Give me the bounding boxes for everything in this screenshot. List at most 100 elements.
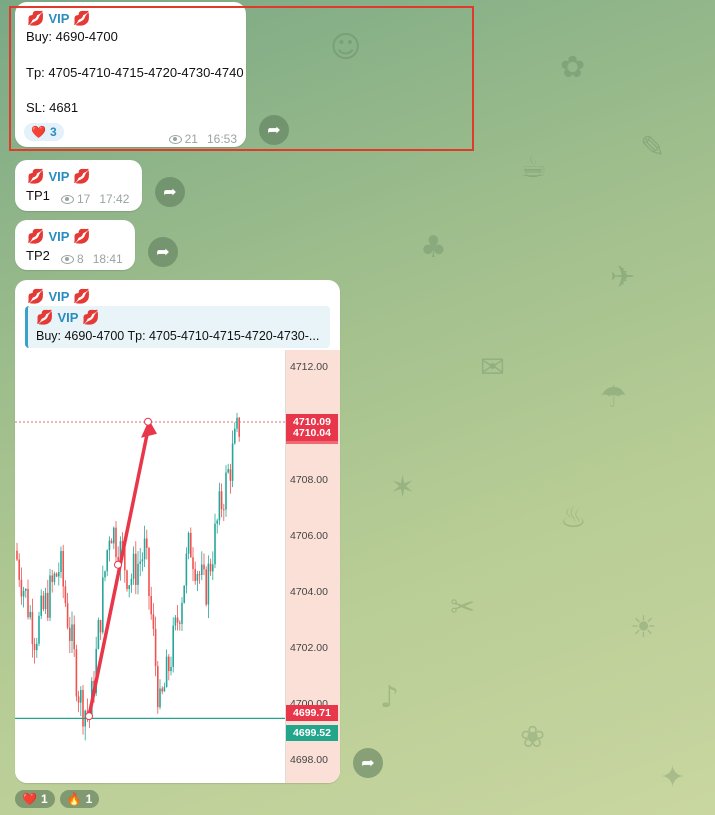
background-doodle: ✦ [660, 760, 686, 795]
lips-emoji-icon: 💋 [36, 309, 54, 325]
candle-body [207, 563, 210, 605]
arrow-anchor-end [144, 417, 152, 426]
candle-body [225, 472, 227, 510]
candle-body [139, 561, 141, 564]
candle-body [53, 573, 56, 582]
background-doodle: ♣ [420, 230, 447, 265]
forward-button[interactable]: ➦ [155, 177, 185, 207]
candle-body [168, 656, 170, 672]
quote-sender: 💋 VIP 💋 [36, 309, 322, 326]
candle-body [82, 689, 84, 727]
candle-body [27, 589, 29, 618]
candle-body [183, 585, 185, 603]
candle-body [22, 590, 25, 597]
candle-body [31, 611, 34, 645]
forward-button[interactable]: ➦ [353, 748, 383, 778]
candle-body [201, 564, 203, 575]
candle-body [36, 643, 38, 651]
background-doodle: ❀ [520, 720, 546, 755]
candle-body [130, 578, 133, 586]
candle-body [174, 617, 177, 626]
candle-body [152, 614, 155, 629]
candle-body [47, 592, 49, 618]
reaction-fire[interactable]: 🔥 1 [59, 790, 100, 808]
sender-name[interactable]: 💋 VIP 💋 [27, 288, 91, 305]
quote-sender-label: VIP [57, 310, 79, 325]
sender-name[interactable]: 💋 VIP 💋 [27, 228, 91, 245]
candle-body [102, 577, 104, 633]
candle-body [150, 595, 152, 615]
message-text: TP2 [26, 248, 50, 263]
candle-body [148, 547, 150, 596]
candle-body [192, 557, 194, 570]
candle-body [234, 428, 236, 444]
candle-body [227, 469, 229, 473]
heart-icon: ❤️ [22, 792, 37, 806]
candle-body [214, 523, 216, 565]
view-count: 17 [77, 192, 91, 206]
candle-body [143, 538, 146, 560]
candle-body [154, 628, 157, 667]
price-label: 4699.52 [286, 724, 338, 741]
background-doodle: ♨ [560, 500, 587, 535]
lips-emoji-icon: 💋 [73, 168, 91, 184]
candle-body [229, 469, 232, 481]
message-bubble-chart[interactable]: 💋 VIP 💋 💋 VIP 💋 Buy: 4690-4700 Tp: 4705-… [15, 280, 340, 783]
message-bubble-tp2[interactable]: 💋 VIP 💋 TP2 8 18:41 [15, 220, 135, 270]
candle-body [126, 570, 128, 590]
lips-emoji-icon: 💋 [27, 228, 45, 244]
candle-body [176, 617, 179, 623]
candle-body [42, 595, 45, 610]
candle-body [161, 688, 163, 692]
forward-button[interactable]: ➦ [148, 237, 178, 267]
y-tick-label: 4706.00 [290, 529, 328, 542]
candle-body [58, 571, 60, 577]
view-count: 8 [77, 252, 84, 266]
message-time: 17:42 [99, 192, 130, 206]
message-meta: 17 17:42 [61, 192, 129, 206]
chart-image[interactable]: 4712.004710.004708.004706.004704.004702.… [15, 350, 340, 783]
candle-body [157, 666, 159, 708]
candle-body [33, 644, 36, 651]
candle-body [20, 579, 23, 597]
sender-name[interactable]: 💋 VIP 💋 [27, 168, 91, 185]
quote-text: Buy: 4690-4700 Tp: 4705-4710-4715-4720-4… [36, 329, 320, 343]
y-tick-label: 4702.00 [290, 641, 328, 654]
candle-body [205, 569, 207, 605]
candle-body [18, 559, 20, 580]
sender-label: VIP [48, 229, 70, 244]
lips-emoji-icon: 💋 [73, 288, 91, 304]
candle-body [40, 595, 42, 616]
candle-body [181, 602, 183, 624]
y-tick-label: 4708.00 [290, 473, 328, 486]
candle-body [25, 589, 27, 591]
candle-body [113, 527, 115, 544]
candle-body [146, 538, 148, 548]
candle-body [104, 571, 106, 578]
message-time: 18:41 [92, 252, 123, 266]
candle-body [198, 574, 201, 576]
y-tick-label: 4712.00 [290, 361, 328, 374]
candle-body [203, 564, 205, 570]
candle-body [137, 563, 139, 585]
reaction-heart[interactable]: ❤️ 1 [15, 790, 55, 808]
forward-arrow-icon: ➦ [156, 244, 170, 261]
message-text: TP1 [26, 188, 50, 203]
background-doodle: ✈ [610, 260, 636, 295]
candle-body [236, 417, 238, 429]
candle-body [238, 417, 240, 437]
sender-label: VIP [48, 169, 70, 184]
arrow-anchor-start [85, 712, 93, 721]
candle-body [187, 532, 190, 554]
background-doodle: ✶ [390, 470, 416, 505]
candle-body [194, 569, 196, 581]
lips-emoji-icon: 💋 [73, 228, 91, 244]
candle-body [231, 443, 234, 481]
message-bubble-tp1[interactable]: 💋 VIP 💋 TP1 17 17:42 [15, 160, 142, 211]
reply-quote[interactable]: 💋 VIP 💋 Buy: 4690-4700 Tp: 4705-4710-471… [25, 306, 330, 348]
background-doodle: ☂ [600, 380, 627, 415]
background-doodle: ♪ [380, 680, 400, 715]
eye-icon [61, 254, 74, 264]
candle-body [99, 620, 102, 633]
candle-body [69, 627, 71, 641]
